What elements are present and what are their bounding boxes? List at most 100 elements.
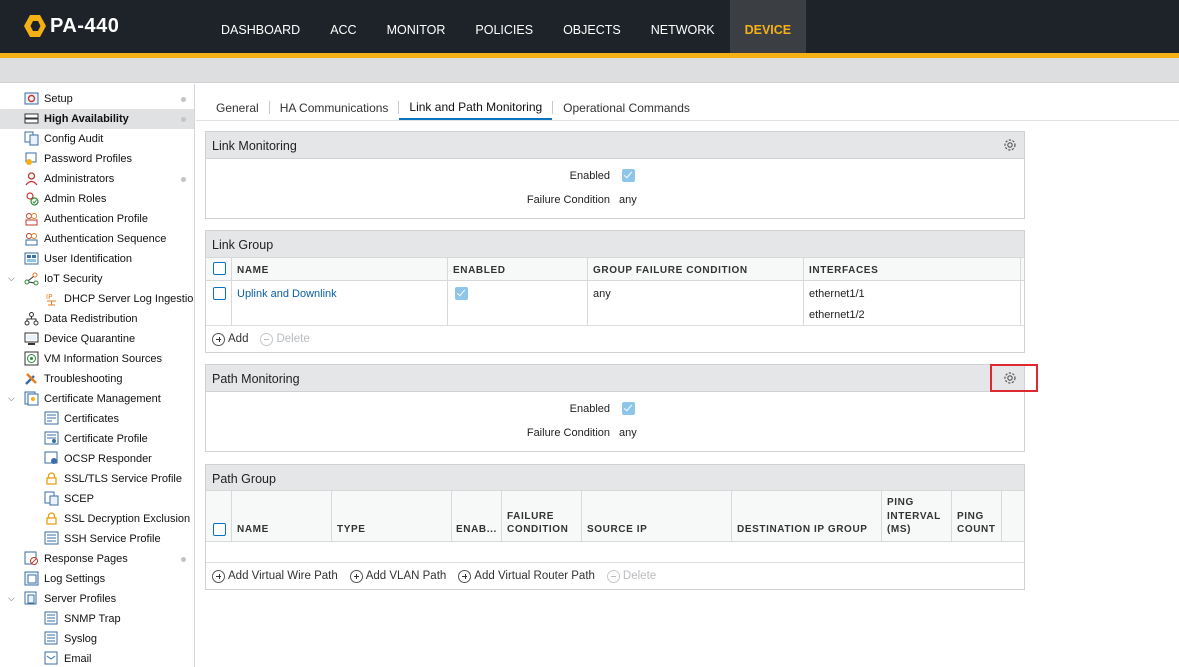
link-group-panel: Link Group NAME ENABLED GROUP FAILURE CO… <box>205 230 1025 353</box>
select-all-checkbox[interactable] <box>213 523 226 536</box>
sidebar-item-ssh-service-profile[interactable]: SSH Service Profile <box>0 529 194 549</box>
lock-icon <box>46 472 57 485</box>
sidebar-item-certificates[interactable]: Certificates <box>0 409 194 429</box>
column-ping-interval[interactable]: INTERVAL <box>887 511 941 522</box>
sidebar-item-scep[interactable]: SCEP <box>0 489 194 509</box>
main-nav: DASHBOARD ACC MONITOR POLICIES OBJECTS N… <box>206 0 807 53</box>
column-name[interactable]: NAME <box>237 265 269 276</box>
nav-tab-policies[interactable]: POLICIES <box>460 0 548 53</box>
enabled-checkbox[interactable] <box>622 169 635 182</box>
link-group-name[interactable]: Uplink and Downlink <box>237 288 337 300</box>
tab-link-and-path-monitoring[interactable]: Link and Path Monitoring <box>399 95 553 120</box>
sidebar-item-config-audit[interactable]: Config Audit <box>0 129 194 149</box>
sidebar-item-syslog[interactable]: Syslog <box>0 629 194 649</box>
column-ping-count[interactable]: PING <box>957 511 984 522</box>
path-group-actions: Add Virtual Wire Path Add VLAN Path Add … <box>206 562 1024 589</box>
sub-tabs: General HA Communications Link and Path … <box>206 95 700 121</box>
column-source-ip[interactable]: SOURCE IP <box>587 524 647 535</box>
nav-tab-dashboard[interactable]: DASHBOARD <box>206 0 315 53</box>
certificate-icon <box>44 411 59 425</box>
table-row[interactable]: Uplink and Downlink any ethernet1/1 ethe… <box>206 282 1020 325</box>
column-interfaces[interactable]: INTERFACES <box>809 265 878 276</box>
add-virtual-router-path-button[interactable]: Add Virtual Router Path <box>458 569 595 583</box>
column-ping-count[interactable]: COUNT <box>957 524 996 535</box>
sidebar-collapse-handle[interactable]: ◀ <box>194 490 195 498</box>
gear-icon[interactable] <box>1002 137 1018 153</box>
chevron-down-icon[interactable]: ⌵ <box>8 273 18 283</box>
add-button[interactable]: Add <box>212 332 248 346</box>
sidebar-item-ssl-decryption-exclusion[interactable]: SSL Decryption Exclusion <box>0 509 194 529</box>
column-name[interactable]: NAME <box>237 524 269 535</box>
sidebar-item-dhcp-server-log-ingestion[interactable]: IP DHCP Server Log Ingestion <box>0 289 194 309</box>
sidebar-item-iot-security[interactable]: ⌵ IoT Security <box>0 269 194 289</box>
select-all-checkbox[interactable] <box>213 262 226 275</box>
syslog-icon <box>44 631 58 645</box>
row-checkbox[interactable] <box>213 287 226 300</box>
add-vlan-path-button[interactable]: Add VLAN Path <box>349 569 446 583</box>
chevron-down-icon[interactable]: ⌵ <box>8 593 18 603</box>
delete-button[interactable]: Delete <box>606 569 656 583</box>
nav-tab-acc[interactable]: ACC <box>315 0 371 53</box>
cert-profile-icon <box>44 431 59 445</box>
column-divider <box>231 490 232 542</box>
tab-operational-commands[interactable]: Operational Commands <box>553 95 700 120</box>
sidebar-item-high-availability[interactable]: High Availability <box>0 109 194 129</box>
column-enabled[interactable]: ENABLED <box>453 265 506 276</box>
sidebar-item-device-quarantine[interactable]: Device Quarantine <box>0 329 194 349</box>
sidebar-item-certificate-profile[interactable]: Certificate Profile <box>0 429 194 449</box>
nav-tab-network[interactable]: NETWORK <box>636 0 730 53</box>
panel-title: Link Monitoring <box>212 139 297 153</box>
response-pages-icon <box>24 551 38 565</box>
iot-icon <box>24 272 39 286</box>
enabled-checkbox[interactable] <box>622 402 635 415</box>
sidebar-item-server-profiles[interactable]: ⌵ Server Profiles <box>0 589 194 609</box>
delete-button[interactable]: Delete <box>260 332 310 346</box>
panel-header: Path Monitoring <box>206 365 1024 392</box>
chevron-down-icon[interactable]: ⌵ <box>8 393 18 403</box>
admin-role-icon <box>26 192 39 206</box>
quarantine-icon <box>24 332 39 345</box>
sidebar-item-password-profiles[interactable]: Password Profiles <box>0 149 194 169</box>
sidebar-item-log-settings[interactable]: Log Settings <box>0 569 194 589</box>
column-ping-interval[interactable]: PING <box>887 497 914 508</box>
user-id-icon <box>24 252 39 265</box>
sidebar-item-authentication-profile[interactable]: Authentication Profile <box>0 209 194 229</box>
tab-general[interactable]: General <box>206 95 269 120</box>
sidebar-item-certificate-management[interactable]: ⌵ Certificate Management <box>0 389 194 409</box>
sidebar-item-email[interactable]: Email <box>0 649 194 667</box>
sidebar-item-user-identification[interactable]: User Identification <box>0 249 194 269</box>
column-ping-interval[interactable]: (MS) <box>887 524 911 535</box>
sidebar-item-response-pages[interactable]: Response Pages <box>0 549 194 569</box>
failure-condition-value[interactable]: any <box>619 194 637 206</box>
sidebar-item-administrators[interactable]: Administrators <box>0 169 194 189</box>
nav-tab-objects[interactable]: OBJECTS <box>548 0 636 53</box>
tab-underline <box>196 120 1179 121</box>
column-failure-condition[interactable]: FAILURE <box>507 511 554 522</box>
ocsp-icon <box>44 451 58 464</box>
failure-condition-value[interactable]: any <box>619 427 637 439</box>
nav-tab-device[interactable]: DEVICE <box>729 0 807 53</box>
path-group-panel: Path Group NAME TYPE ENAB... FAILURE CON… <box>205 464 1025 590</box>
sidebar-item-ssl-tls-service-profile[interactable]: SSL/TLS Service Profile <box>0 469 194 489</box>
sidebar-item-setup[interactable]: Setup <box>0 89 194 109</box>
path-monitoring-panel: Path Monitoring Enabled Failure Conditio… <box>205 364 1025 452</box>
column-group-failure-condition[interactable]: GROUP FAILURE CONDITION <box>593 265 748 276</box>
column-failure-condition[interactable]: CONDITION <box>507 524 569 535</box>
auth-seq-icon <box>25 233 38 246</box>
status-dot <box>181 97 186 102</box>
nav-tab-monitor[interactable]: MONITOR <box>372 0 461 53</box>
sidebar-item-ocsp-responder[interactable]: OCSP Responder <box>0 449 194 469</box>
tab-ha-communications[interactable]: HA Communications <box>270 95 399 120</box>
sidebar-item-data-redistribution[interactable]: Data Redistribution <box>0 309 194 329</box>
password-icon <box>25 152 37 165</box>
sidebar-item-vm-information-sources[interactable]: VM Information Sources <box>0 349 194 369</box>
sidebar-item-admin-roles[interactable]: Admin Roles <box>0 189 194 209</box>
column-type[interactable]: TYPE <box>337 524 366 535</box>
column-enabled[interactable]: ENAB... <box>456 524 497 535</box>
column-destination-ip-group[interactable]: DESTINATION IP GROUP <box>737 524 868 535</box>
sidebar-item-troubleshooting[interactable]: Troubleshooting <box>0 369 194 389</box>
column-divider <box>581 490 582 542</box>
add-virtual-wire-path-button[interactable]: Add Virtual Wire Path <box>212 569 338 583</box>
sidebar-item-snmp-trap[interactable]: SNMP Trap <box>0 609 194 629</box>
sidebar-item-authentication-sequence[interactable]: Authentication Sequence <box>0 229 194 249</box>
